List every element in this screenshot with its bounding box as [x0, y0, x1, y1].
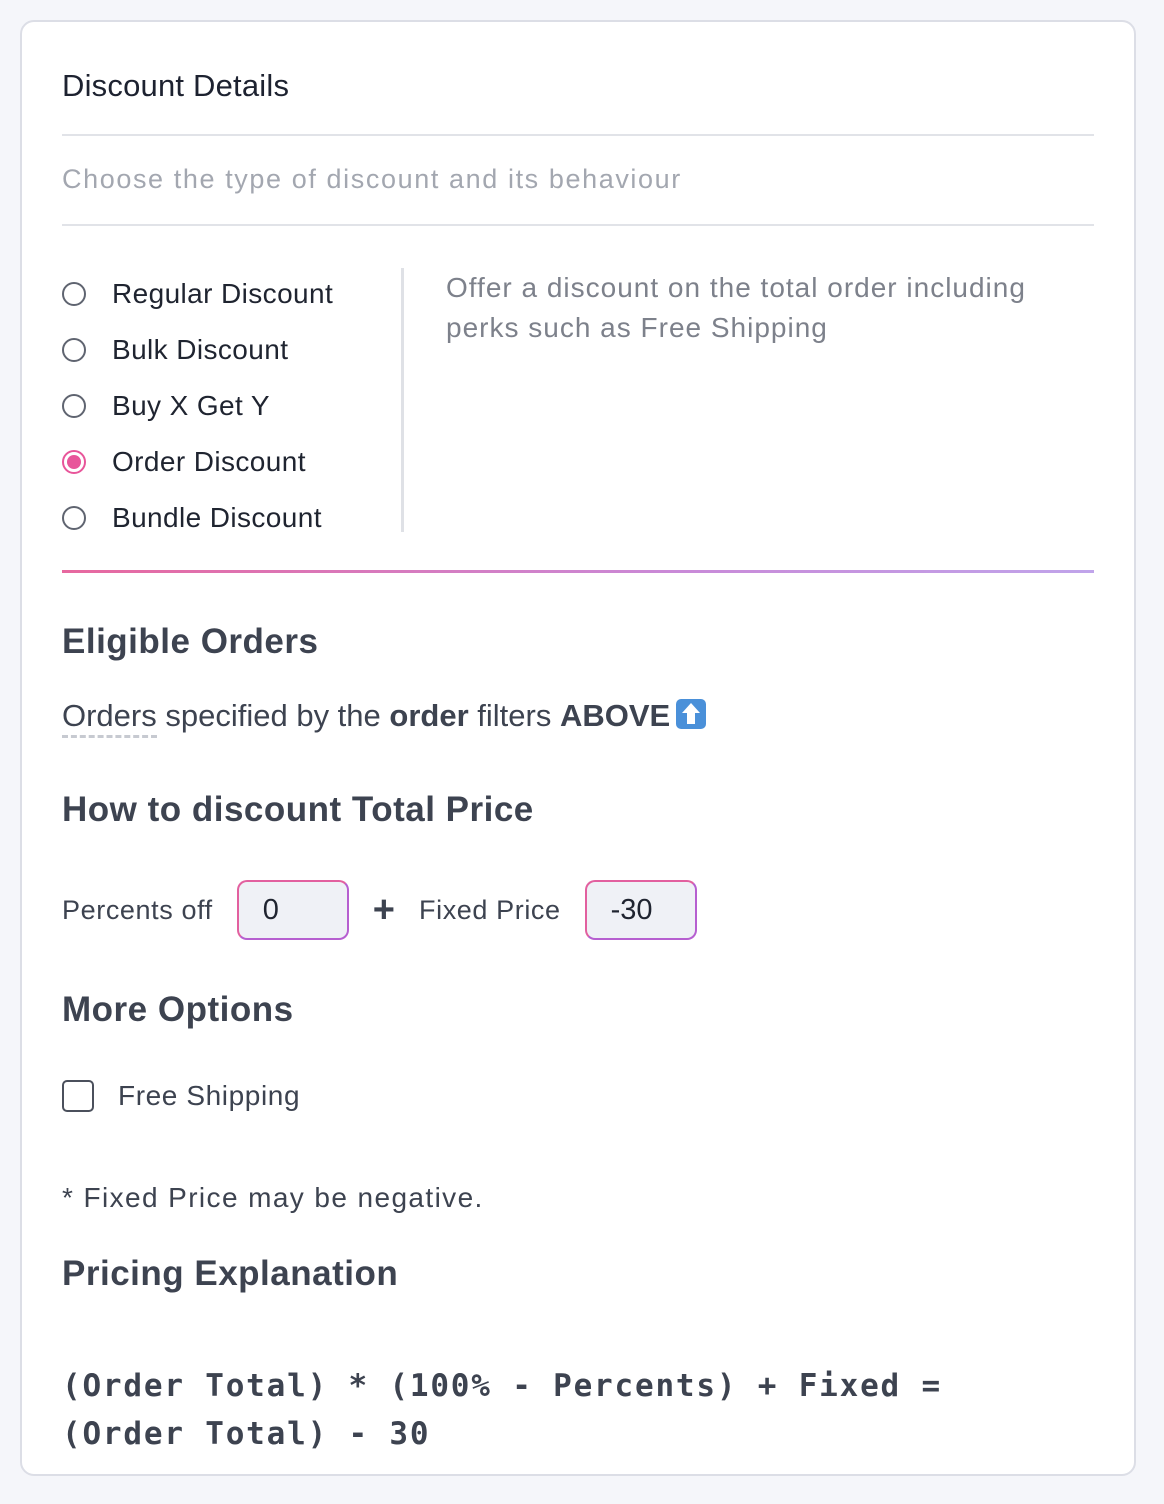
- radio-option-bundle-discount[interactable]: Bundle Discount: [62, 490, 382, 546]
- divider: [62, 224, 1094, 226]
- radio-option-order-discount[interactable]: Order Discount: [62, 434, 382, 490]
- eligible-text-part: filters: [468, 698, 560, 733]
- radio-label: Regular Discount: [112, 278, 334, 309]
- up-arrow-icon: [676, 699, 707, 729]
- radio-label: Bundle Discount: [112, 502, 322, 533]
- plus-icon: +: [372, 889, 395, 931]
- page-title: Discount Details: [62, 68, 290, 103]
- page-subtitle: Choose the type of discount and its beha…: [62, 164, 682, 194]
- discount-details-card: Discount Details Choose the type of disc…: [20, 20, 1136, 1476]
- fixed-price-label: Fixed Price: [419, 894, 561, 925]
- discount-type-radio-group: Regular Discount Bulk Discount Buy X Get…: [62, 266, 382, 546]
- pricing-inputs-row: Percents off + Fixed Price: [62, 880, 697, 940]
- radio-button[interactable]: [62, 394, 86, 418]
- eligible-orders-heading: Eligible Orders: [62, 622, 319, 661]
- eligible-text-part: specified by the: [156, 698, 390, 733]
- radio-label: Order Discount: [112, 446, 306, 477]
- eligible-text-above: ABOVE: [559, 698, 671, 733]
- pricing-explanation-heading: Pricing Explanation: [62, 1254, 399, 1293]
- percents-off-input[interactable]: [236, 880, 349, 940]
- fixed-price-note: * Fixed Price may be negative.: [62, 1182, 484, 1213]
- free-shipping-option[interactable]: Free Shipping: [62, 1080, 300, 1112]
- formula-line: (Order Total) - 30: [62, 1416, 431, 1452]
- radio-button-selected[interactable]: [62, 450, 86, 474]
- pricing-heading: How to discount Total Price: [62, 790, 534, 829]
- formula-line: (Order Total) * (100% - Percents) + Fixe…: [62, 1368, 942, 1404]
- radio-option-regular-discount[interactable]: Regular Discount: [62, 266, 382, 322]
- pricing-formula: (Order Total) * (100% - Percents) + Fixe…: [62, 1362, 942, 1458]
- fixed-price-input[interactable]: [584, 880, 697, 940]
- radio-option-bulk-discount[interactable]: Bulk Discount: [62, 322, 382, 378]
- free-shipping-checkbox[interactable]: [62, 1080, 94, 1112]
- radio-button[interactable]: [62, 506, 86, 530]
- orders-tooltip-link[interactable]: Orders: [62, 698, 157, 738]
- discount-type-description: Offer a discount on the total order incl…: [446, 272, 1026, 343]
- radio-label: Bulk Discount: [112, 334, 289, 365]
- eligible-text-bold: order: [389, 698, 469, 733]
- free-shipping-label: Free Shipping: [118, 1080, 301, 1111]
- radio-option-buy-x-get-y[interactable]: Buy X Get Y: [62, 378, 382, 434]
- vertical-divider: [401, 268, 404, 532]
- gradient-divider: [62, 570, 1094, 573]
- radio-button[interactable]: [62, 282, 86, 306]
- percents-off-label: Percents off: [62, 894, 213, 925]
- divider: [62, 134, 1094, 136]
- radio-label: Buy X Get Y: [112, 390, 270, 421]
- card-content: Discount Details Choose the type of disc…: [62, 22, 1094, 1474]
- radio-button[interactable]: [62, 338, 86, 362]
- more-options-heading: More Options: [62, 990, 294, 1029]
- eligible-orders-text: Orders specified by the order filters AB…: [62, 698, 707, 738]
